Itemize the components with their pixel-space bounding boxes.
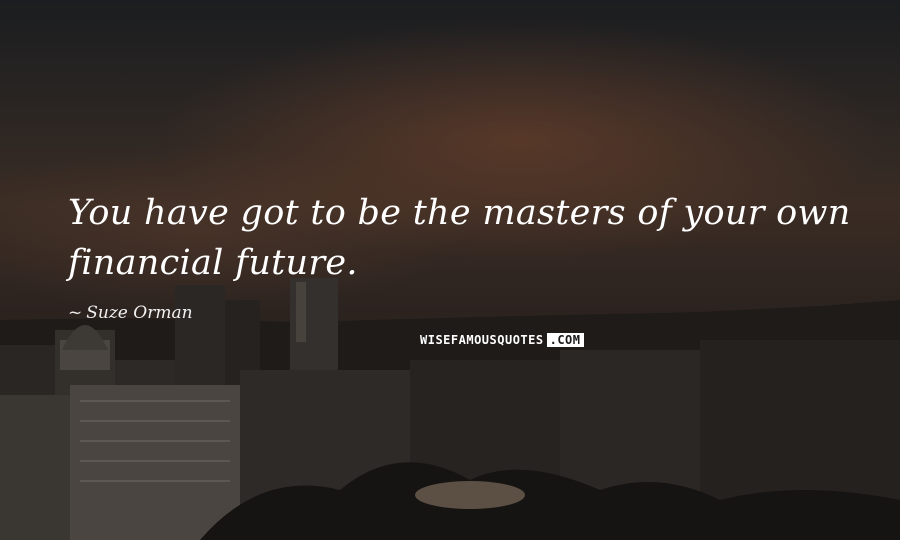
tower-highlight <box>296 282 306 342</box>
building-windows <box>80 480 230 482</box>
quote-author: ~ Suze Orman <box>68 303 193 323</box>
quote-card: You have got to be the masters of your o… <box>0 0 900 540</box>
watermark-tld: .COM <box>546 333 584 347</box>
building-windows <box>80 420 230 422</box>
building-windows <box>80 440 230 442</box>
building <box>70 385 240 540</box>
author-prefix: ~ <box>68 303 83 323</box>
author-name: Suze Orman <box>86 303 193 323</box>
building-windows <box>80 400 230 402</box>
plaza <box>415 481 525 509</box>
watermark-brand: WISEFAMOUSQUOTES <box>420 333 544 347</box>
quote-text: You have got to be the masters of your o… <box>68 193 851 283</box>
building-windows <box>80 460 230 462</box>
site-watermark: WISEFAMOUSQUOTES .COM <box>420 333 584 347</box>
